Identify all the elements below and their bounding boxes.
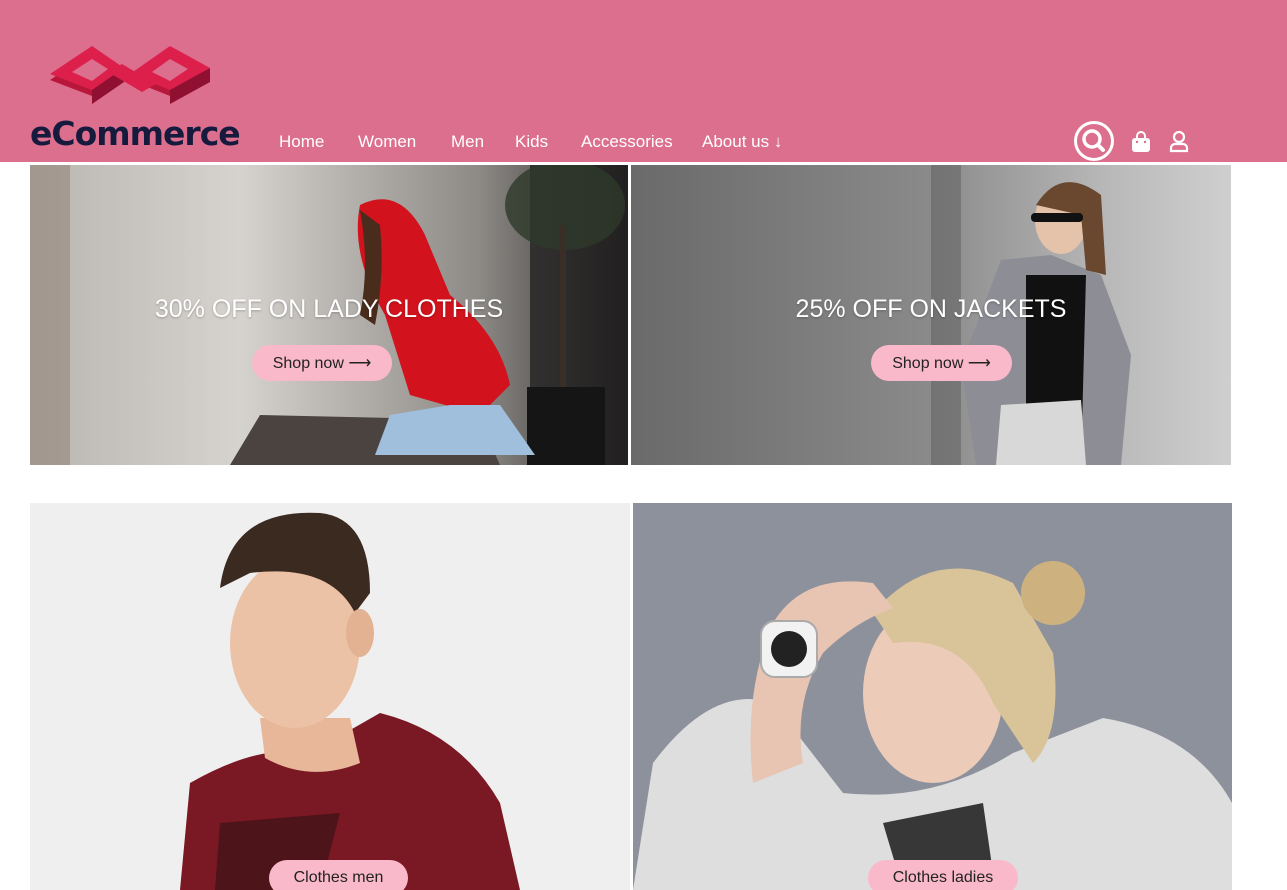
search-icon[interactable] xyxy=(1074,121,1114,161)
promo-banner-lady-clothes: 30% OFF ON LADY CLOTHES Shop now ⟶ xyxy=(30,165,628,465)
nav-kids[interactable]: Kids xyxy=(515,132,548,152)
men-photo xyxy=(30,503,630,890)
promo-banner-jackets: 25% OFF ON JACKETS Shop now ⟶ xyxy=(631,165,1231,465)
user-icon[interactable] xyxy=(1169,130,1189,153)
category-tile-ladies[interactable]: Clothes ladies xyxy=(633,503,1232,890)
banner-title: 30% OFF ON LADY CLOTHES xyxy=(154,295,504,323)
nav-home[interactable]: Home xyxy=(279,132,324,152)
banner-title: 25% OFF ON JACKETS xyxy=(795,295,1067,323)
site-header: eCommerce Home Women Men Kids Accessorie… xyxy=(0,0,1287,162)
clothes-men-button[interactable]: Clothes men xyxy=(269,860,408,890)
logo-icon[interactable] xyxy=(46,44,214,114)
nav-men[interactable]: Men xyxy=(451,132,484,152)
nav-about-us[interactable]: About us ↓ xyxy=(702,132,782,152)
ladies-photo xyxy=(633,503,1232,890)
nav-women[interactable]: Women xyxy=(358,132,416,152)
clothes-ladies-button[interactable]: Clothes ladies xyxy=(868,860,1018,890)
shop-now-button[interactable]: Shop now ⟶ xyxy=(252,345,392,381)
nav-accessories[interactable]: Accessories xyxy=(581,132,673,152)
brand-logo-text[interactable]: eCommerce xyxy=(30,114,241,153)
shop-now-button[interactable]: Shop now ⟶ xyxy=(871,345,1012,381)
shopping-bag-icon[interactable] xyxy=(1131,131,1151,153)
category-tile-men[interactable]: Clothes men xyxy=(30,503,630,890)
